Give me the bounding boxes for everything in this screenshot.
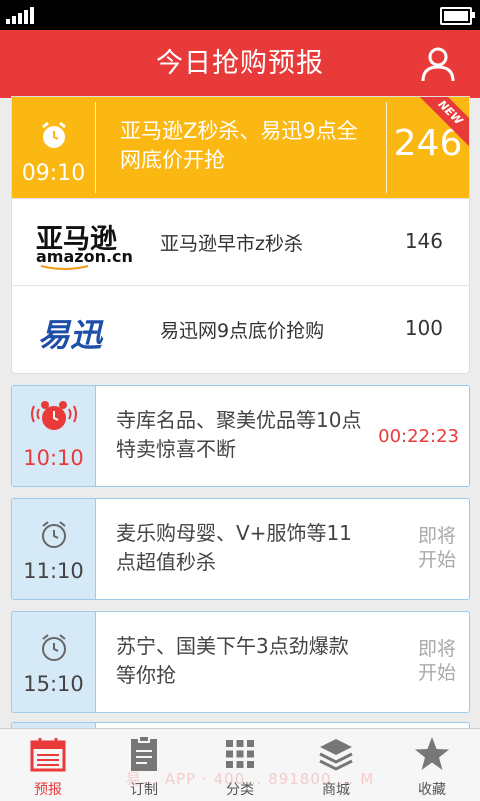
hero-clock-box: 09:10 <box>12 97 95 198</box>
card-time-box: 11:10 <box>12 499 96 599</box>
coming-soon-label: 即将开始 <box>417 525 456 571</box>
tab-favorites[interactable]: 收藏 <box>384 729 480 801</box>
yixun-logo: 易迅 <box>38 316 103 354</box>
item-count: 146 <box>404 229 443 253</box>
tab-label: 预报 <box>34 782 62 798</box>
divider <box>95 102 96 193</box>
calendar-icon <box>30 738 66 772</box>
app-header: 今日抢购预报 <box>0 30 480 98</box>
tab-mall[interactable]: 商城 <box>288 729 384 801</box>
page-title: 今日抢购预报 <box>156 48 324 79</box>
ringing-alarm-icon <box>31 401 77 430</box>
card-time: 11:10 <box>23 559 84 583</box>
alarm-clock-icon <box>42 121 66 148</box>
countdown-timer: 00:22:23 <box>378 426 459 447</box>
hero-time: 09:10 <box>21 161 86 186</box>
battery-icon <box>440 7 475 25</box>
coming-soon-label: 即将开始 <box>417 638 456 684</box>
bottom-tab-bar: 预报 订制 分类 商城 收藏 <box>0 728 480 801</box>
card-text: 苏宁、国美下午3点劲爆款等你抢 <box>116 634 349 687</box>
card-time-box: 15:10 <box>12 612 96 712</box>
card-time: 10:10 <box>23 446 84 470</box>
sale-card[interactable]: 10:10 寺库名品、聚美优品等10点特卖惊喜不断 00:22:23 <box>11 385 470 487</box>
featured-hero[interactable]: 09:10 亚马逊Z秒杀、易迅9点全网底价开抢 246 NEW <box>12 97 469 198</box>
user-icon[interactable] <box>418 44 458 84</box>
item-name: 易迅网9点底价抢购 <box>160 320 325 342</box>
tab-subscribe[interactable]: 订制 <box>96 729 192 801</box>
signal-icon <box>6 6 36 24</box>
hero-text: 亚马逊Z秒杀、易迅9点全网底价开抢 <box>120 119 358 172</box>
card-time: 15:10 <box>23 672 84 696</box>
star-icon <box>415 737 449 770</box>
card-time-box: 10:10 <box>12 386 96 486</box>
sale-card[interactable]: 11:10 麦乐购母婴、V+服饰等11点超值秒杀 即将开始 <box>11 498 470 600</box>
list-item[interactable]: 易迅 易迅网9点底价抢购 100 <box>12 285 469 373</box>
item-name: 亚马逊早市z秒杀 <box>160 233 303 255</box>
card-text: 寺库名品、聚美优品等10点特卖惊喜不断 <box>116 408 362 461</box>
watermark: 易... APP · 400... 891800 ... M <box>125 770 375 788</box>
item-count: 100 <box>404 316 443 340</box>
tab-category[interactable]: 分类 <box>192 729 288 801</box>
amazon-logo: 亚马逊 amazon.cn <box>34 217 133 270</box>
alarm-clock-icon <box>42 634 66 661</box>
card-text: 麦乐购母婴、V+服饰等11点超值秒杀 <box>116 521 352 574</box>
tab-forecast[interactable]: 预报 <box>0 729 96 801</box>
alarm-clock-icon <box>42 521 66 548</box>
list-item[interactable]: 亚马逊 amazon.cn 亚马逊早市z秒杀 146 <box>12 198 469 286</box>
tab-label: 收藏 <box>418 782 446 798</box>
featured-group: 09:10 亚马逊Z秒杀、易迅9点全网底价开抢 246 NEW 亚马逊 amaz… <box>11 96 470 374</box>
sale-card[interactable]: 15:10 苏宁、国美下午3点劲爆款等你抢 即将开始 <box>11 611 470 713</box>
status-bar <box>0 0 480 30</box>
